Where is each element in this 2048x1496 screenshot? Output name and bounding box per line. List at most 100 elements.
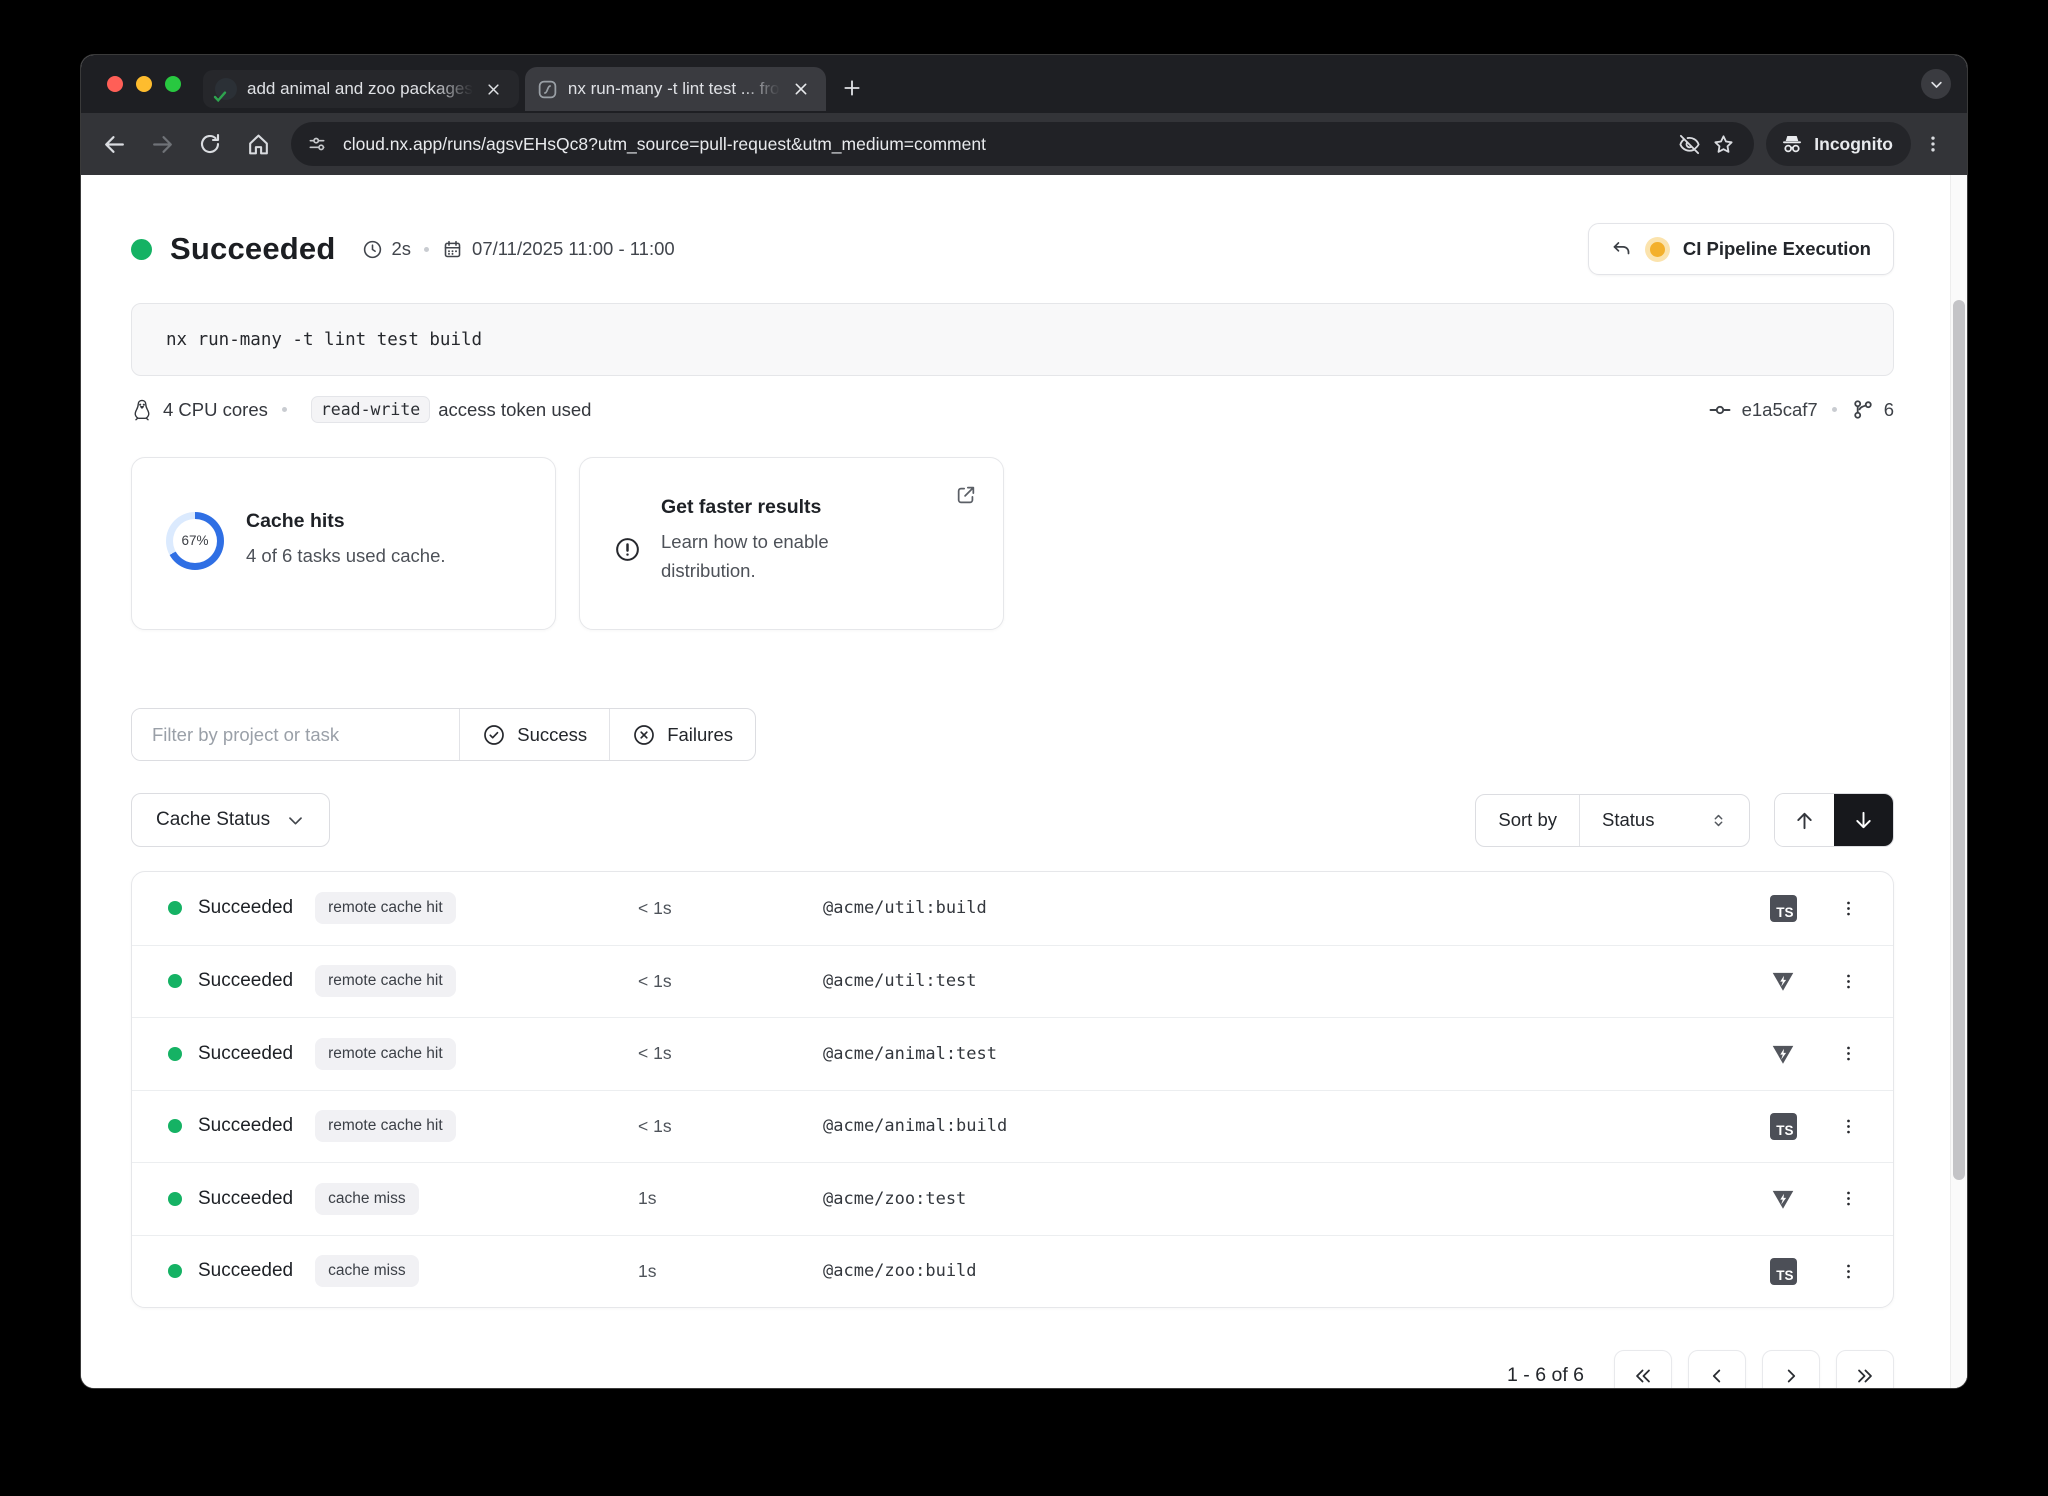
sort-ascending-button[interactable] bbox=[1775, 794, 1834, 846]
incognito-label: Incognito bbox=[1814, 134, 1893, 155]
row-menu-icon[interactable] bbox=[1825, 972, 1871, 991]
bookmark-star-icon[interactable] bbox=[1706, 127, 1740, 161]
pipeline-button-label: CI Pipeline Execution bbox=[1683, 238, 1871, 260]
branch-count[interactable]: 6 bbox=[1884, 399, 1894, 421]
check-circle-icon bbox=[482, 723, 506, 747]
commit-sha[interactable]: e1a5caf7 bbox=[1742, 399, 1818, 421]
select-chevrons-icon bbox=[1710, 812, 1727, 829]
back-button[interactable] bbox=[91, 121, 137, 167]
row-status-label: Succeeded bbox=[198, 1260, 293, 1282]
tab-github-pr[interactable]: add animal and zoo packages bbox=[203, 70, 519, 108]
browser-window: add animal and zoo packages nx run-many … bbox=[81, 55, 1967, 1388]
home-button[interactable] bbox=[235, 121, 281, 167]
last-page-button[interactable] bbox=[1836, 1350, 1894, 1388]
new-tab-button[interactable] bbox=[834, 70, 870, 106]
run-status-dot bbox=[131, 239, 152, 260]
tab-strip: add animal and zoo packages nx run-many … bbox=[81, 55, 1967, 113]
nx-cloud-page: Succeeded 2s 07/11/2025 11:00 - 11:00 CI… bbox=[81, 175, 1967, 1388]
tab-nx-cloud-run[interactable]: nx run-many -t lint test ... fro bbox=[525, 67, 826, 111]
zoom-window-button[interactable] bbox=[165, 76, 181, 92]
faster-results-card[interactable]: Get faster results Learn how to enable d… bbox=[579, 457, 1004, 630]
filter-success-toggle[interactable]: Success bbox=[459, 709, 609, 760]
task-table: Succeeded remote cache hit < 1s @acme/ut… bbox=[131, 871, 1894, 1308]
forward-button[interactable] bbox=[139, 121, 185, 167]
separator-dot bbox=[282, 407, 287, 412]
sort-group: Sort by Status bbox=[1475, 794, 1750, 847]
row-menu-icon[interactable] bbox=[1825, 1044, 1871, 1063]
close-window-button[interactable] bbox=[107, 76, 123, 92]
address-bar[interactable]: cloud.nx.app/runs/agsvEHsQc8?utm_source=… bbox=[291, 122, 1754, 166]
table-row[interactable]: Succeeded remote cache hit < 1s @acme/ut… bbox=[132, 945, 1893, 1018]
chevron-left-icon bbox=[1706, 1365, 1728, 1387]
cache-status-badge: remote cache hit bbox=[315, 1038, 456, 1070]
row-task-name[interactable]: @acme/util:test bbox=[823, 971, 1741, 991]
row-menu-icon[interactable] bbox=[1825, 1189, 1871, 1208]
sort-select[interactable]: Status bbox=[1579, 795, 1749, 846]
minimize-window-button[interactable] bbox=[136, 76, 152, 92]
row-menu-icon[interactable] bbox=[1825, 1117, 1871, 1136]
tab-search-button[interactable] bbox=[1921, 69, 1951, 99]
site-info-icon[interactable] bbox=[299, 126, 335, 162]
next-page-button[interactable] bbox=[1762, 1350, 1820, 1388]
table-row[interactable]: Succeeded remote cache hit < 1s @acme/an… bbox=[132, 1017, 1893, 1090]
access-token-scope: read-write bbox=[311, 396, 430, 423]
typescript-icon: TS bbox=[1770, 895, 1797, 922]
chevron-right-icon bbox=[1780, 1365, 1802, 1387]
page-scrollbar[interactable] bbox=[1950, 175, 1967, 1388]
row-status-dot bbox=[168, 1119, 182, 1133]
row-status-dot bbox=[168, 974, 182, 988]
filter-input[interactable] bbox=[132, 709, 459, 760]
vitest-icon bbox=[1770, 1041, 1796, 1067]
cache-status-badge: cache miss bbox=[315, 1183, 419, 1215]
window-controls bbox=[81, 76, 203, 92]
sort-descending-button[interactable] bbox=[1834, 794, 1893, 846]
run-date-range: 07/11/2025 11:00 - 11:00 bbox=[472, 238, 675, 260]
row-duration: < 1s bbox=[638, 1116, 823, 1137]
filter-bar: Success Failures bbox=[131, 708, 756, 761]
cache-status-badge: remote cache hit bbox=[315, 892, 456, 924]
row-task-name[interactable]: @acme/zoo:build bbox=[823, 1261, 1741, 1281]
chevrons-right-icon bbox=[1854, 1365, 1876, 1387]
cache-status-dropdown[interactable]: Cache Status bbox=[131, 793, 330, 847]
incognito-badge: Incognito bbox=[1766, 122, 1911, 166]
row-duration: 1s bbox=[638, 1261, 823, 1282]
github-favicon bbox=[215, 78, 237, 100]
pipeline-status-dot bbox=[1650, 242, 1665, 257]
scrollbar-thumb[interactable] bbox=[1953, 300, 1965, 1180]
browser-menu-icon[interactable] bbox=[1913, 124, 1953, 164]
first-page-button[interactable] bbox=[1614, 1350, 1672, 1388]
row-task-name[interactable]: @acme/zoo:test bbox=[823, 1189, 1741, 1209]
tab-close-icon[interactable] bbox=[790, 78, 812, 100]
separator-dot bbox=[1832, 407, 1837, 412]
tab-close-icon[interactable] bbox=[483, 78, 505, 100]
row-status-dot bbox=[168, 1192, 182, 1206]
calendar-icon bbox=[442, 239, 463, 260]
typescript-icon: TS bbox=[1770, 1258, 1797, 1285]
undo-icon bbox=[1611, 239, 1632, 260]
arrow-up-icon bbox=[1793, 809, 1816, 832]
row-menu-icon[interactable] bbox=[1825, 1262, 1871, 1281]
cache-hits-card: 67% Cache hits 4 of 6 tasks used cache. bbox=[131, 457, 556, 630]
reload-button[interactable] bbox=[187, 121, 233, 167]
table-row[interactable]: Succeeded remote cache hit < 1s @acme/an… bbox=[132, 1090, 1893, 1163]
table-row[interactable]: Succeeded cache miss 1s @acme/zoo:test T… bbox=[132, 1162, 1893, 1235]
row-status-dot bbox=[168, 1264, 182, 1278]
pagination-label: 1 - 6 of 6 bbox=[1507, 1364, 1584, 1387]
previous-page-button[interactable] bbox=[1688, 1350, 1746, 1388]
ci-pipeline-execution-button[interactable]: CI Pipeline Execution bbox=[1588, 223, 1894, 275]
table-row[interactable]: Succeeded remote cache hit < 1s @acme/ut… bbox=[132, 872, 1893, 945]
row-task-name[interactable]: @acme/animal:build bbox=[823, 1116, 1741, 1136]
row-task-name[interactable]: @acme/util:build bbox=[823, 898, 1741, 918]
nx-cloud-favicon bbox=[537, 79, 558, 100]
row-task-name[interactable]: @acme/animal:test bbox=[823, 1044, 1741, 1064]
row-menu-icon[interactable] bbox=[1825, 899, 1871, 918]
sort-value: Status bbox=[1602, 809, 1654, 831]
cache-status-badge: remote cache hit bbox=[315, 965, 456, 997]
linux-penguin-icon bbox=[131, 398, 153, 422]
row-status-label: Succeeded bbox=[198, 970, 293, 992]
filter-failures-toggle[interactable]: Failures bbox=[609, 709, 755, 760]
table-row[interactable]: Succeeded cache miss 1s @acme/zoo:build … bbox=[132, 1235, 1893, 1308]
eye-off-icon[interactable] bbox=[1672, 127, 1706, 161]
run-command: nx run-many -t lint test build bbox=[131, 303, 1894, 376]
external-link-icon[interactable] bbox=[955, 484, 977, 506]
